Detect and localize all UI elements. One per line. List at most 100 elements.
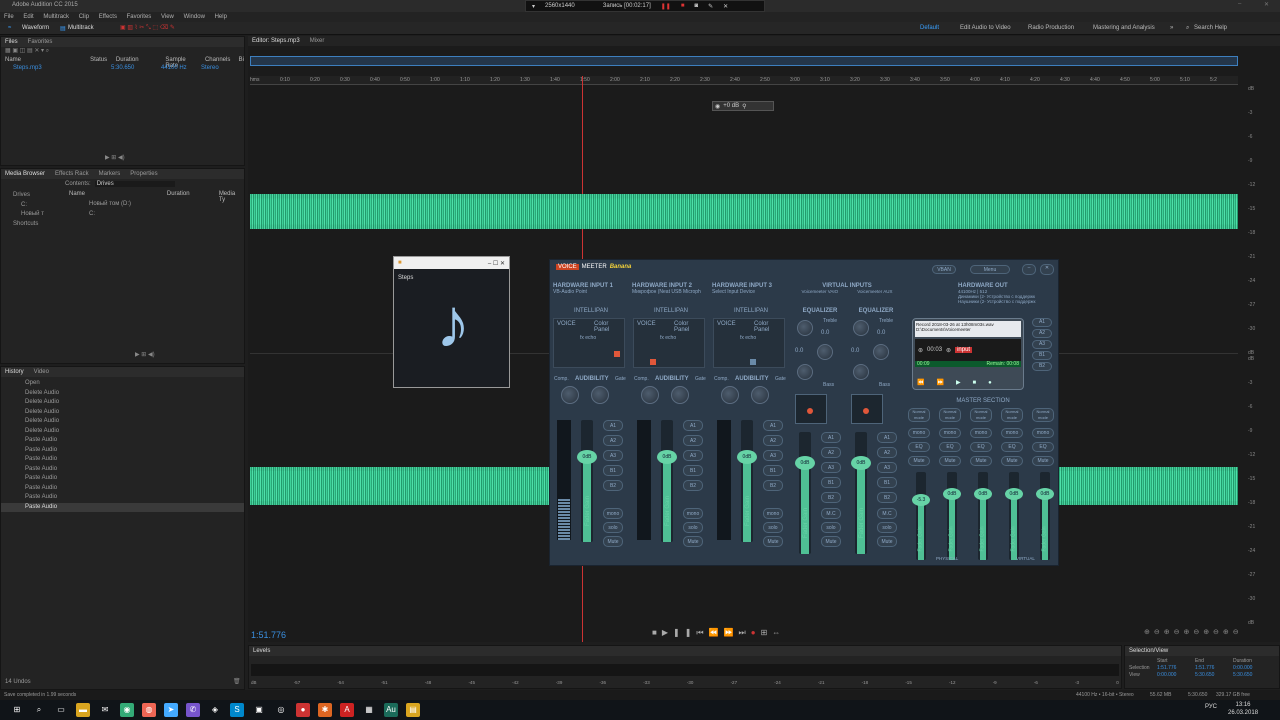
bass-knob[interactable] xyxy=(797,364,813,380)
menu-multitrack[interactable]: Multitrack xyxy=(43,14,69,20)
solo-button[interactable]: solo xyxy=(763,522,783,533)
solo-button[interactable]: solo xyxy=(603,522,623,533)
tree-novyi[interactable]: Новый т xyxy=(3,210,61,220)
solo-button[interactable]: solo xyxy=(877,522,897,533)
workspace-radio[interactable]: Radio Production xyxy=(1028,25,1074,31)
workspace-mastering[interactable]: Mastering and Analysis xyxy=(1093,25,1155,31)
recorder-icon[interactable]: ● xyxy=(296,703,310,717)
history-item[interactable]: Paste Audio xyxy=(1,436,244,446)
history-item[interactable]: Delete Audio xyxy=(1,408,244,418)
tab-files[interactable]: Files xyxy=(5,39,18,45)
history-item[interactable]: Delete Audio xyxy=(1,398,244,408)
files-playback-icons[interactable]: ▶ ⊞ ◀) xyxy=(105,154,125,161)
menu-effects[interactable]: Effects xyxy=(99,14,117,20)
pause-icon[interactable]: ❚❚ xyxy=(661,3,671,10)
mute-button[interactable]: Mute xyxy=(1032,456,1054,466)
fader-knob[interactable]: 0dB xyxy=(657,450,677,464)
audition-icon[interactable]: Au xyxy=(384,703,398,717)
mute-button[interactable]: Mute xyxy=(763,536,783,547)
mute-button[interactable]: Mute xyxy=(939,456,961,466)
more-icon[interactable]: » xyxy=(1170,25,1173,31)
bus-a3-button[interactable]: A3 xyxy=(877,462,897,473)
fader-knob[interactable]: 0dB xyxy=(943,488,961,500)
window-close-icon[interactable]: ✕ xyxy=(1264,1,1269,8)
bus-a3-button[interactable]: A3 xyxy=(763,450,783,461)
normal-mode-button[interactable]: Normal mode xyxy=(970,408,992,422)
fader-knob[interactable]: 0dB xyxy=(851,456,871,470)
normal-mode-button[interactable]: Normal mode xyxy=(939,408,961,422)
bus-b1-button[interactable]: B1 xyxy=(763,465,783,476)
language-indicator[interactable]: РУС xyxy=(1205,704,1217,710)
intellipan-pad[interactable]: VOICE Color Panel fx echo xyxy=(553,318,625,368)
bus-b2-button[interactable]: B2 xyxy=(603,480,623,491)
menu-clip[interactable]: Clip xyxy=(79,14,89,20)
tool-icons[interactable]: ▣ ▥ ⌇ ✂ ⤡ ⬚ ⌫ ✎ xyxy=(120,24,175,32)
history-item[interactable]: Delete Audio xyxy=(1,427,244,437)
mono-button[interactable]: mono xyxy=(939,428,961,438)
hw-input-2-device[interactable]: Микрофон (Neat USB Microph xyxy=(632,289,708,295)
acrobat-icon[interactable]: A xyxy=(340,703,354,717)
eq-button[interactable]: EQ xyxy=(1032,442,1054,452)
menu-favorites[interactable]: Favorites xyxy=(127,14,152,20)
tape-controls[interactable]: ⏪⏩▶■● xyxy=(917,379,1004,386)
normal-mode-button[interactable]: Normal mode xyxy=(1032,408,1054,422)
vm-close-button[interactable]: ✕ xyxy=(1040,264,1054,275)
workspace-default[interactable]: Default xyxy=(920,25,939,31)
bus-a2-button[interactable]: A2 xyxy=(877,447,897,458)
mute-button[interactable]: Mute xyxy=(1001,456,1023,466)
app-icon[interactable]: ◈ xyxy=(208,703,222,717)
mail-icon[interactable]: ✉ xyxy=(98,703,112,717)
bus-a1-button[interactable]: A1 xyxy=(877,432,897,443)
mid-knob[interactable] xyxy=(873,344,889,360)
workspace-edit-video[interactable]: Edit Audio to Video xyxy=(960,25,1011,31)
bus-b2-button[interactable]: B2 xyxy=(763,480,783,491)
viber-icon[interactable]: ✆ xyxy=(186,703,200,717)
folder-icon[interactable]: ▬ xyxy=(76,703,90,717)
fader-knob[interactable]: 0dB xyxy=(1005,488,1023,500)
fx-pad-cursor[interactable] xyxy=(863,408,869,414)
bus-a2-button[interactable]: A2 xyxy=(603,435,623,446)
fader-knob[interactable]: 0dB xyxy=(974,488,992,500)
media-item[interactable]: Новый том (D:) xyxy=(67,200,243,210)
intellipan-cursor[interactable] xyxy=(750,359,756,365)
waveform-tab[interactable]: Waveform xyxy=(22,25,49,31)
eq-button[interactable]: EQ xyxy=(908,442,930,452)
fader-knob[interactable]: 0dB xyxy=(577,450,597,464)
solo-button[interactable]: solo xyxy=(821,522,841,533)
hw-input-3-device[interactable]: Select Input Device xyxy=(712,289,788,295)
close-icon[interactable]: ✕ xyxy=(723,3,728,10)
editor-tab[interactable]: Editor: Steps.mp3 xyxy=(252,38,300,44)
bus-a1-button[interactable]: A1 xyxy=(821,432,841,443)
history-item[interactable]: Paste Audio xyxy=(1,446,244,456)
tab-effects-rack[interactable]: Effects Rack xyxy=(55,171,89,177)
history-item[interactable]: Paste Audio xyxy=(1,465,244,475)
bus-b1-button[interactable]: B1 xyxy=(603,465,623,476)
bus-a2-button[interactable]: A2 xyxy=(683,435,703,446)
fader-knob[interactable]: 0dB xyxy=(1036,488,1054,500)
mono-button[interactable]: mono xyxy=(1001,428,1023,438)
solo-button[interactable]: solo xyxy=(683,522,703,533)
bus-a1-button[interactable]: A1 xyxy=(683,420,703,431)
mid-knob[interactable] xyxy=(817,344,833,360)
gate-knob[interactable] xyxy=(591,386,609,404)
bus-b2-button[interactable]: B2 xyxy=(683,480,703,491)
vm-minimize-button[interactable]: – xyxy=(1022,264,1036,275)
clock[interactable]: 13:16 26.03.2018 xyxy=(1228,701,1258,717)
menu-edit[interactable]: Edit xyxy=(23,14,33,20)
firefox-icon[interactable]: ◍ xyxy=(142,703,156,717)
tab-properties[interactable]: Properties xyxy=(130,171,157,177)
mono-button[interactable]: mono xyxy=(683,508,703,519)
media-item[interactable]: C: xyxy=(67,210,243,220)
menu-button[interactable]: Menu xyxy=(970,265,1010,274)
tree-c[interactable]: C: xyxy=(3,201,61,211)
tab-history[interactable]: History xyxy=(5,369,24,375)
skype-icon[interactable]: S xyxy=(230,703,244,717)
comp-knob[interactable] xyxy=(561,386,579,404)
fader-knob[interactable]: -5.3 xyxy=(912,494,930,506)
hw-input-1-device[interactable]: VB-Audio Point xyxy=(553,289,629,295)
search-help[interactable]: Search Help xyxy=(1194,25,1227,31)
eq-button[interactable]: EQ xyxy=(970,442,992,452)
mono-button[interactable]: mono xyxy=(603,508,623,519)
normal-mode-button[interactable]: Normal mode xyxy=(908,408,930,422)
chrome-icon[interactable]: ◉ xyxy=(120,703,134,717)
